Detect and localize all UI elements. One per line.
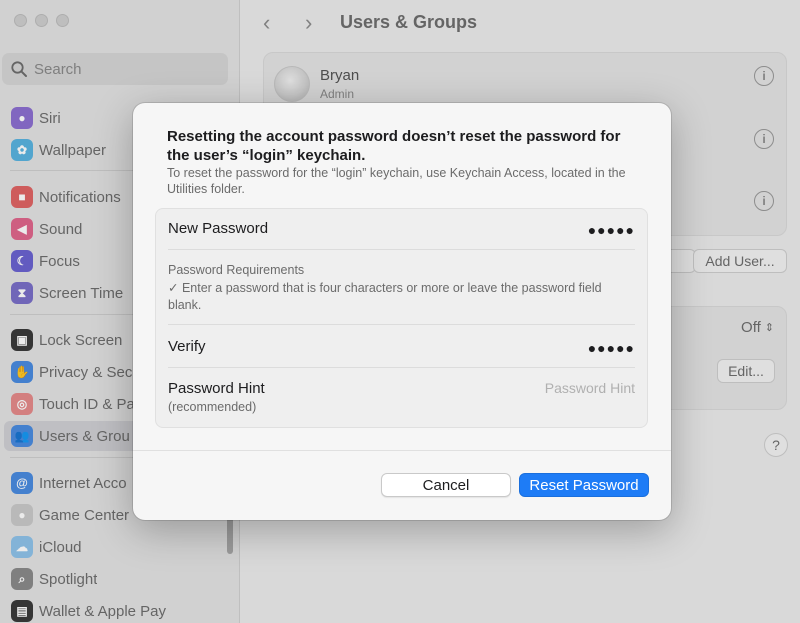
requirements-text: ✓ Enter a password that is four characte…	[168, 281, 602, 312]
password-hint-row[interactable]: Password Hint (recommended)	[168, 380, 635, 414]
dialog-title: Resetting the account password doesn’t r…	[167, 128, 621, 164]
new-password-field[interactable]: ●●●●●	[588, 222, 635, 238]
requirements-title: Password Requirements	[168, 263, 305, 277]
dialog-footer-divider	[133, 450, 671, 451]
password-hint-input[interactable]	[455, 380, 635, 396]
verify-field[interactable]: ●●●●●	[588, 340, 635, 356]
dialog-subtitle: To reset the password for the “login” ke…	[167, 166, 626, 196]
password-form: New Password ●●●●● Password Requirements…	[155, 208, 648, 428]
new-password-row[interactable]: New Password ●●●●●	[168, 220, 635, 238]
reset-password-button[interactable]: Reset Password	[519, 473, 649, 497]
form-divider	[168, 367, 635, 368]
form-divider	[168, 249, 635, 250]
verify-row[interactable]: Verify ●●●●●	[168, 338, 635, 356]
password-requirements: Password Requirements ✓ Enter a password…	[168, 263, 635, 314]
password-hint-sublabel: (recommended)	[168, 400, 257, 414]
form-divider	[168, 324, 635, 325]
reset-password-dialog: Resetting the account password doesn’t r…	[133, 103, 671, 520]
verify-label: Verify	[168, 338, 206, 355]
new-password-label: New Password	[168, 220, 269, 237]
cancel-button[interactable]: Cancel	[381, 473, 511, 497]
